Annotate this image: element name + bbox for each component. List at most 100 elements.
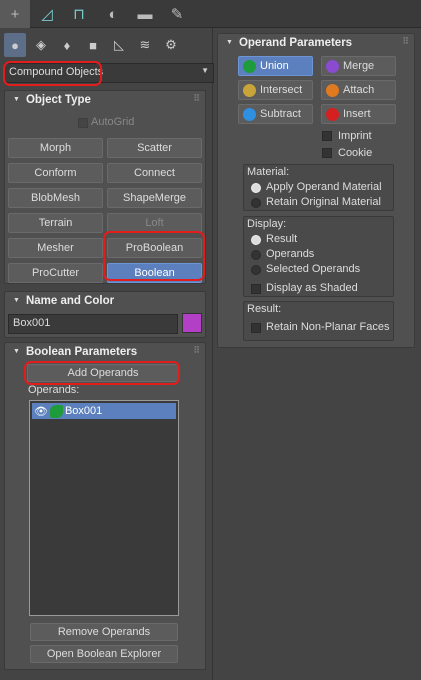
attach-button[interactable]: Attach [321, 80, 396, 100]
operand-parameters-rollout: ▼ Operand Parameters ⠿ Union Merge Interse… [217, 33, 415, 348]
union-operation-icon [49, 404, 63, 418]
operand-parameters-header[interactable]: ▼ Operand Parameters ⠿ [218, 34, 414, 52]
utilities-tab[interactable]: ✎ [162, 0, 192, 28]
cookie-label: Cookie [338, 147, 373, 159]
apply-operand-material-label: Apply Operand Material [266, 181, 382, 193]
morph-button[interactable]: Morph [8, 138, 103, 158]
spacewarps-button[interactable]: ≋ [134, 33, 156, 57]
result-group: Result: Retain Non-Planar Faces [243, 301, 394, 341]
systems-button[interactable]: ⚙ [160, 33, 182, 57]
object-type-title: Object Type [25, 94, 91, 106]
helpers-icon: ◺ [114, 37, 124, 52]
geometry-button[interactable]: ● [4, 33, 26, 57]
union-label: Union [260, 60, 289, 72]
result-group-label: Result: [247, 303, 282, 315]
name-color-rollout: ▼ Name and Color Box001 [4, 291, 206, 338]
display-label: Display: [247, 218, 287, 230]
operands-radio[interactable] [251, 250, 261, 260]
motion-tab[interactable]: ◐ [98, 0, 128, 28]
intersect-button[interactable]: Intersect [238, 80, 313, 100]
open-boolean-explorer-button[interactable]: Open Boolean Explorer [30, 645, 178, 663]
operand-name: Box001 [64, 405, 103, 417]
remove-operands-button[interactable]: Remove Operands [30, 623, 178, 641]
boolean-parameters-header[interactable]: ▼ Boolean Parameters ⠿ [5, 343, 205, 361]
red-highlight-add-operands [24, 361, 180, 385]
subtract-label: Subtract [260, 108, 301, 120]
insert-label: Insert [343, 108, 371, 120]
loft-button[interactable]: Loft [107, 213, 202, 233]
modify-curve-icon: ◿ [41, 6, 53, 23]
collapse-triangle-icon: ▼ [13, 96, 20, 103]
display-group: Display: Result Operands Selected Operan… [243, 216, 394, 297]
imprint-checkbox[interactable] [322, 131, 332, 141]
intersect-icon [243, 83, 256, 97]
autogrid-checkbox[interactable] [78, 118, 88, 128]
retain-original-material-label: Retain Original Material [266, 196, 381, 208]
command-panel-tabbar: + ◿ ⊓ ◐ ▬ ✎ [0, 0, 421, 28]
utilities-wrench-icon: ✎ [170, 6, 184, 23]
result-label: Result [266, 233, 298, 245]
display-as-shaded-label: Display as Shaded [266, 282, 358, 294]
retain-original-material-radio[interactable] [251, 198, 261, 208]
geometry-sphere-icon: ● [11, 37, 19, 53]
operands-display-label: Operands [266, 248, 315, 260]
retain-non-planar-label: Retain Non-Planar Faces [266, 321, 390, 333]
blobmesh-button[interactable]: BlobMesh [8, 188, 103, 208]
display-as-shaded-checkbox[interactable] [251, 284, 261, 294]
conform-button[interactable]: Conform [8, 163, 103, 183]
grip-icon: ⠿ [402, 36, 409, 46]
shapes-button[interactable]: ◈ [30, 33, 52, 57]
hierarchy-icon: ⊓ [73, 6, 85, 23]
lights-button[interactable]: ♦ [56, 33, 78, 57]
systems-icon: ⚙ [165, 37, 177, 52]
name-color-title: Name and Color [25, 295, 115, 307]
object-color-swatch[interactable] [182, 313, 202, 333]
display-tab[interactable]: ▬ [130, 0, 160, 28]
eye-visibility-icon[interactable]: 👁 [34, 405, 48, 418]
merge-button[interactable]: Merge [321, 56, 396, 76]
spacewarps-icon: ≋ [139, 37, 151, 52]
scatter-button[interactable]: Scatter [107, 138, 202, 158]
union-button[interactable]: Union [238, 56, 313, 76]
create-tab[interactable]: + [0, 0, 30, 28]
cameras-icon: ■ [89, 37, 97, 53]
subtract-button[interactable]: Subtract [238, 104, 313, 124]
list-item[interactable]: 👁 Box001 [32, 403, 176, 419]
collapse-triangle-icon: ▼ [226, 39, 233, 46]
autogrid-label: AutoGrid [91, 116, 135, 128]
insert-icon [326, 107, 339, 121]
selected-operands-label: Selected Operands [266, 263, 361, 275]
result-radio[interactable] [251, 235, 261, 245]
collapse-triangle-icon: ▼ [13, 348, 20, 355]
helpers-button[interactable]: ◺ [108, 33, 130, 57]
apply-operand-material-radio[interactable] [251, 183, 261, 193]
attach-icon [326, 83, 339, 97]
name-color-header[interactable]: ▼ Name and Color [5, 292, 205, 310]
connect-button[interactable]: Connect [107, 163, 202, 183]
operands-list[interactable]: 👁 Box001 [29, 400, 179, 616]
hierarchy-tab[interactable]: ⊓ [64, 0, 94, 28]
cameras-button[interactable]: ■ [82, 33, 104, 57]
shapemerge-button[interactable]: ShapeMerge [107, 188, 202, 208]
material-label: Material: [247, 166, 290, 178]
procutter-button[interactable]: ProCutter [8, 263, 103, 283]
mesher-button[interactable]: Mesher [8, 238, 103, 258]
red-highlight-dropdown [3, 61, 102, 86]
retain-non-planar-checkbox[interactable] [251, 323, 261, 333]
modify-tab[interactable]: ◿ [32, 0, 62, 28]
object-type-header[interactable]: ▼ Object Type ⠿ [5, 91, 205, 109]
cookie-checkbox[interactable] [322, 148, 332, 158]
insert-button[interactable]: Insert [321, 104, 396, 124]
boolean-parameters-title: Boolean Parameters [25, 346, 138, 358]
object-name-field[interactable]: Box001 [8, 314, 178, 334]
merge-label: Merge [343, 60, 375, 72]
terrain-button[interactable]: Terrain [8, 213, 103, 233]
shapes-icon: ◈ [36, 37, 46, 52]
operands-label: Operands: [28, 384, 80, 396]
display-icon: ▬ [137, 5, 153, 23]
operand-parameters-title: Operand Parameters [238, 37, 353, 49]
lights-icon: ♦ [63, 37, 71, 53]
attach-label: Attach [343, 84, 375, 96]
selected-operands-radio[interactable] [251, 265, 261, 275]
chevron-down-icon: ▼ [201, 66, 209, 75]
